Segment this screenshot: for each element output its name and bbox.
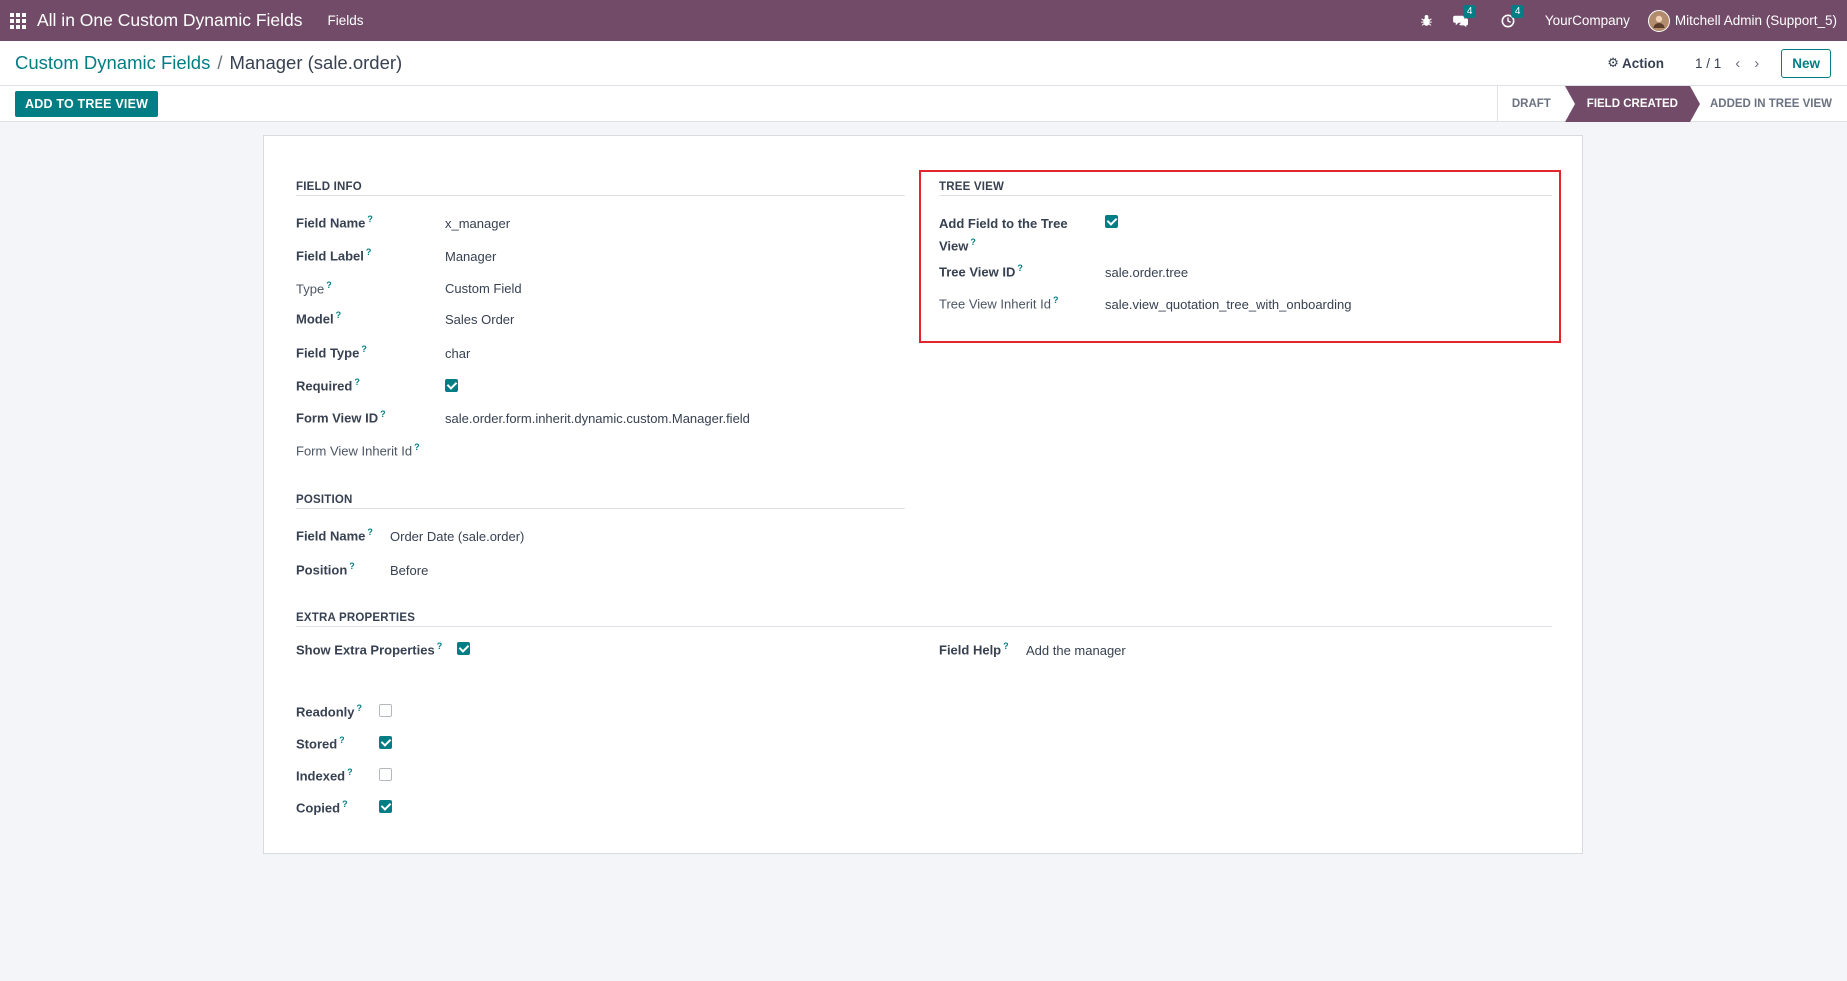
type-label: Type? <box>296 280 332 297</box>
statusbar-row: ADD TO TREE VIEW DRAFT FIELD CREATED ADD… <box>0 85 1847 122</box>
control-panel: Custom Dynamic Fields / Manager (sale.or… <box>0 41 1847 86</box>
status-stages: DRAFT FIELD CREATED ADDED IN TREE VIEW <box>1496 85 1847 122</box>
field-name-value[interactable]: x_manager <box>445 216 510 231</box>
position-value[interactable]: Before <box>390 563 428 578</box>
form-view-inherit-label: Form View Inherit Id? <box>296 442 420 459</box>
position-field-name-value[interactable]: Order Date (sale.order) <box>390 529 524 544</box>
pager-value[interactable]: 1 / 1 <box>1695 56 1721 71</box>
pager-previous-icon[interactable]: ‹ <box>1735 55 1740 72</box>
position-title: POSITION <box>296 494 353 506</box>
field-name-label: Field Name? <box>296 214 373 231</box>
field-help-value[interactable]: Add the manager <box>1026 643 1126 658</box>
add-field-to-tree-label: Add Field to the Tree View? <box>939 216 1068 254</box>
copied-checkbox[interactable] <box>379 800 392 813</box>
required-label: Required? <box>296 377 360 394</box>
app-title[interactable]: All in One Custom Dynamic Fields <box>37 10 303 31</box>
stored-checkbox[interactable] <box>379 736 392 749</box>
new-record-button[interactable]: New <box>1781 48 1831 78</box>
tree-view-id-label: Tree View ID? <box>939 263 1023 280</box>
menu-fields[interactable]: Fields <box>328 13 364 28</box>
gear-icon: ⚙ <box>1607 55 1619 70</box>
add-field-to-tree-checkbox[interactable] <box>1105 215 1118 228</box>
stage-draft[interactable]: DRAFT <box>1498 86 1565 122</box>
breadcrumb-parent-link[interactable]: Custom Dynamic Fields <box>15 52 210 74</box>
type-value[interactable]: Custom Field <box>445 281 522 296</box>
form-view-id-label: Form View ID? <box>296 409 386 426</box>
extra-properties-title: EXTRA PROPERTIES <box>296 612 416 624</box>
field-info-title: FIELD INFO <box>296 181 362 193</box>
activities-count-badge: 4 <box>1510 4 1525 18</box>
user-menu[interactable]: Mitchell Admin (Support_5) <box>1675 13 1837 28</box>
readonly-checkbox[interactable] <box>379 704 392 717</box>
breadcrumb-current: Manager (sale.order) <box>229 52 403 73</box>
field-label-label: Field Label? <box>296 247 372 264</box>
messages-icon[interactable]: 4 <box>1452 4 1477 28</box>
show-extra-properties-checkbox[interactable] <box>457 642 470 655</box>
tree-view-inherit-value[interactable]: sale.view_quotation_tree_with_onboarding <box>1105 297 1351 312</box>
company-switcher[interactable]: YourCompany <box>1545 13 1630 28</box>
position-label: Position? <box>296 561 355 578</box>
position-field-name-label: Field Name? <box>296 527 373 544</box>
indexed-label: Indexed? <box>296 767 353 784</box>
readonly-label: Readonly? <box>296 703 363 720</box>
tree-view-title: TREE VIEW <box>939 181 1005 193</box>
messages-count-badge: 4 <box>1462 4 1477 18</box>
form-view-id-value[interactable]: sale.order.form.inherit.dynamic.custom.M… <box>445 411 750 426</box>
tree-view-id-value[interactable]: sale.order.tree <box>1105 265 1188 280</box>
model-label: Model? <box>296 310 342 327</box>
tree-view-inherit-label: Tree View Inherit Id? <box>939 295 1059 312</box>
field-info-divider <box>296 195 905 196</box>
stage-added-in-tree-view[interactable]: ADDED IN TREE VIEW <box>1690 86 1847 122</box>
pager-next-icon[interactable]: › <box>1754 55 1759 72</box>
field-label-value[interactable]: Manager <box>445 249 496 264</box>
action-label: Action <box>1621 55 1664 71</box>
extra-properties-divider <box>296 626 1552 627</box>
stage-field-created[interactable]: FIELD CREATED <box>1564 85 1701 122</box>
position-divider <box>296 508 905 509</box>
field-type-value[interactable]: char <box>445 346 470 361</box>
tree-view-divider <box>939 195 1552 196</box>
show-extra-properties-label: Show Extra Properties? <box>296 641 443 658</box>
top-navbar: All in One Custom Dynamic Fields Fields … <box>0 0 1847 41</box>
field-help-label: Field Help? <box>939 641 1009 658</box>
form-sheet: FIELD INFO Field Name? x_manager Field L… <box>263 135 1583 854</box>
user-avatar[interactable] <box>1647 9 1670 32</box>
field-type-label: Field Type? <box>296 344 367 361</box>
breadcrumb: Custom Dynamic Fields / Manager (sale.or… <box>15 52 402 74</box>
add-to-tree-view-button[interactable]: ADD TO TREE VIEW <box>15 90 159 117</box>
copied-label: Copied? <box>296 799 348 816</box>
required-checkbox[interactable] <box>445 379 458 392</box>
activities-clock-icon[interactable]: 4 <box>1501 4 1525 28</box>
app-grid-icon[interactable] <box>10 12 26 29</box>
debug-bug-icon[interactable] <box>1420 14 1433 27</box>
action-menu-button[interactable]: ⚙ Action <box>1607 55 1664 71</box>
model-value[interactable]: Sales Order <box>445 312 514 327</box>
stored-label: Stored? <box>296 735 345 752</box>
breadcrumb-separator: / <box>217 52 223 73</box>
indexed-checkbox[interactable] <box>379 768 392 781</box>
